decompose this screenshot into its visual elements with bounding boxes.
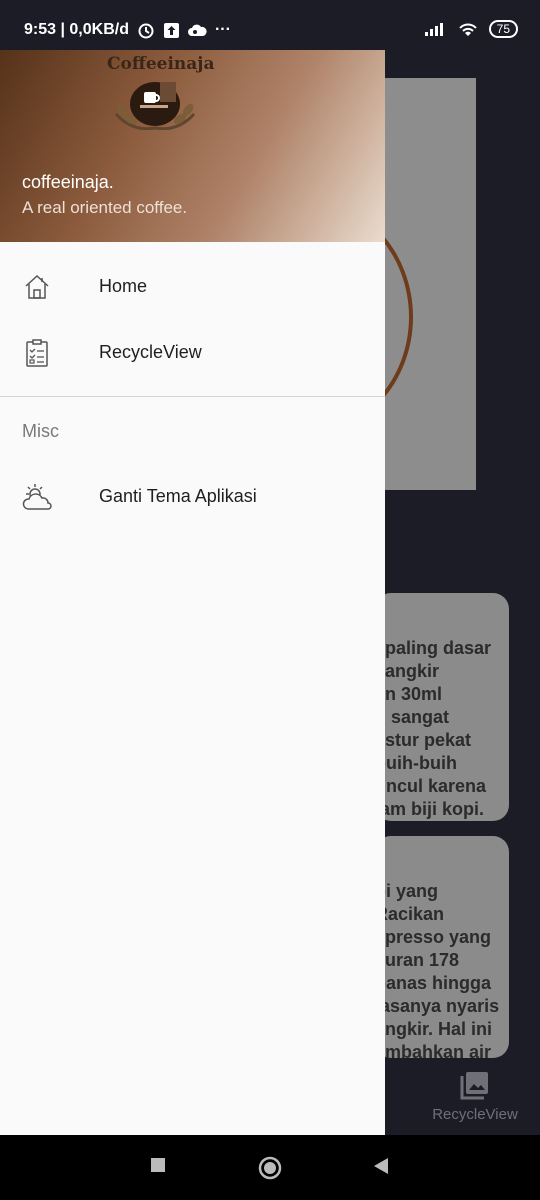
clipboard-list-icon bbox=[26, 339, 48, 367]
card-text-line: cangkir bbox=[375, 661, 440, 681]
card-text-line: pi yang bbox=[375, 881, 439, 901]
app-tagline: A real oriented coffee. bbox=[22, 198, 188, 217]
status-bar: 9:53 | 0,0KB/d ··· 75 bbox=[0, 0, 540, 50]
back-button[interactable] bbox=[372, 1157, 390, 1175]
card-text-line: ambahkan air bbox=[375, 1042, 492, 1058]
card-text-line: an 30ml bbox=[375, 684, 443, 704]
battery-level: 75 bbox=[488, 20, 518, 38]
cloud-sync-icon bbox=[187, 24, 207, 36]
background-coffee-card: i paling dasar cangkir an 30ml g sangat … bbox=[375, 593, 509, 821]
bottom-nav-label: RecycleView bbox=[432, 1106, 518, 1123]
card-text-line: Racikan bbox=[375, 904, 445, 924]
signal-icon bbox=[424, 23, 443, 36]
card-text-line: buih-buih bbox=[375, 753, 457, 773]
alarm-icon bbox=[138, 23, 154, 39]
app-name: coffeeinaja. bbox=[22, 172, 114, 192]
menu-item-label: Ganti Tema Aplikasi bbox=[99, 486, 257, 506]
status-more-dots: ··· bbox=[214, 21, 231, 38]
weather-sun-cloud-icon bbox=[22, 484, 52, 510]
navigation-drawer: Coffeeinaja coffeeinaja. A real oriented… bbox=[0, 50, 385, 1135]
card-text-line: spresso yang bbox=[375, 927, 492, 947]
wifi-icon bbox=[458, 23, 477, 36]
bottom-nav-recycleview: RecycleView bbox=[420, 1070, 530, 1123]
card-text-line: kuran 178 bbox=[375, 950, 460, 970]
menu-item-ganti-tema[interactable]: Ganti Tema Aplikasi bbox=[0, 466, 385, 528]
menu-item-recycleview[interactable]: RecycleView bbox=[0, 322, 385, 384]
background-coffee-card: pi yang Racikan spresso yang kuran 178 p… bbox=[375, 836, 509, 1058]
card-text-line: angkir. Hal ini bbox=[375, 1019, 493, 1039]
background-coffee-image bbox=[375, 78, 476, 490]
coffee-logo-icon bbox=[114, 82, 196, 130]
card-text-line: uncul karena bbox=[375, 776, 487, 796]
card-text-line: iasanya nyaris bbox=[375, 996, 500, 1016]
card-text-line: kstur pekat bbox=[375, 730, 472, 750]
home-button[interactable] bbox=[258, 1156, 282, 1180]
card-text-line: g sangat bbox=[375, 707, 450, 727]
status-left: 9:53 | 0,0KB/d ··· bbox=[24, 21, 231, 39]
card-text-line: panas hingga bbox=[375, 973, 492, 993]
menu-item-label: RecycleView bbox=[99, 342, 202, 362]
card-text-line: lam biji kopi. bbox=[375, 799, 485, 819]
menu-section-title: Misc bbox=[22, 421, 59, 441]
status-time-speed: 9:53 | 0,0KB/d bbox=[24, 21, 129, 38]
menu-item-home[interactable]: Home bbox=[0, 256, 385, 318]
system-nav-bar bbox=[0, 1135, 540, 1200]
home-icon bbox=[25, 274, 49, 299]
menu-divider bbox=[0, 396, 385, 397]
menu-item-label: Home bbox=[99, 276, 148, 296]
logo-text: Coffeeinaja bbox=[107, 54, 215, 74]
card-text-line: i paling dasar bbox=[375, 638, 492, 658]
drawer-header: Coffeeinaja coffeeinaja. A real oriented… bbox=[0, 50, 385, 242]
recents-button[interactable] bbox=[150, 1157, 166, 1173]
photo-library-icon bbox=[460, 1072, 488, 1100]
upload-icon bbox=[163, 22, 179, 38]
status-right: 75 bbox=[424, 20, 518, 38]
